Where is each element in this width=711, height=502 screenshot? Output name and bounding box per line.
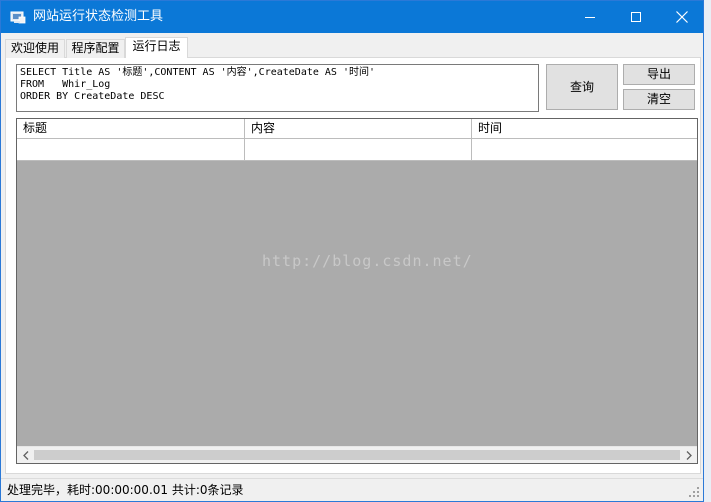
maximize-button[interactable] — [613, 1, 659, 33]
clear-button[interactable]: 清空 — [623, 89, 695, 110]
horizontal-scrollbar[interactable] — [17, 446, 697, 463]
table-cell-title[interactable] — [17, 139, 245, 160]
query-button[interactable]: 查询 — [546, 64, 618, 110]
tab-run-log[interactable]: 运行日志 — [125, 37, 188, 59]
table-row[interactable] — [17, 139, 697, 161]
minimize-icon — [585, 17, 595, 18]
minimize-button[interactable] — [567, 1, 613, 33]
app-window: 网站运行状态检测工具 欢迎使用 程序配置 运行日志 查询 导出 清空 — [0, 0, 704, 502]
status-bar: 处理完毕，耗时:00:00:00.01 共计:0条记录 — [1, 478, 703, 501]
scroll-left-button[interactable] — [17, 447, 34, 463]
close-icon — [676, 11, 688, 23]
watermark: http://blog.csdn.net/ — [262, 252, 473, 270]
grid-header: 标题 内容 时间 — [17, 119, 697, 139]
table-cell-time[interactable] — [472, 139, 697, 160]
app-icon — [10, 11, 26, 24]
scroll-right-button[interactable] — [680, 447, 697, 463]
tab-config[interactable]: 程序配置 — [66, 39, 125, 58]
run-log-panel: 查询 导出 清空 标题 内容 时间 http://blog.csdn.net/ — [5, 58, 701, 474]
tab-strip: 欢迎使用 程序配置 运行日志 — [5, 37, 701, 59]
scroll-left-icon — [22, 450, 28, 460]
window-title: 网站运行状态检测工具 — [33, 9, 164, 24]
log-data-grid[interactable]: 标题 内容 时间 http://blog.csdn.net/ — [16, 118, 698, 464]
tab-welcome[interactable]: 欢迎使用 — [5, 39, 65, 58]
close-button[interactable] — [659, 1, 705, 33]
sql-query-input[interactable] — [16, 64, 539, 112]
maximize-icon — [631, 12, 641, 22]
column-header-time[interactable]: 时间 — [472, 119, 697, 139]
export-button[interactable]: 导出 — [623, 64, 695, 85]
background-window-strip — [704, 0, 711, 502]
column-header-title[interactable]: 标题 — [17, 119, 245, 139]
status-text: 处理完毕，耗时:00:00:00.01 共计:0条记录 — [7, 483, 244, 497]
scroll-right-icon — [686, 450, 692, 460]
resize-grip-icon[interactable] — [688, 486, 700, 498]
column-header-content[interactable]: 内容 — [245, 119, 472, 139]
scrollbar-thumb[interactable] — [34, 450, 680, 460]
table-cell-content[interactable] — [245, 139, 472, 160]
title-bar[interactable]: 网站运行状态检测工具 — [1, 1, 703, 33]
